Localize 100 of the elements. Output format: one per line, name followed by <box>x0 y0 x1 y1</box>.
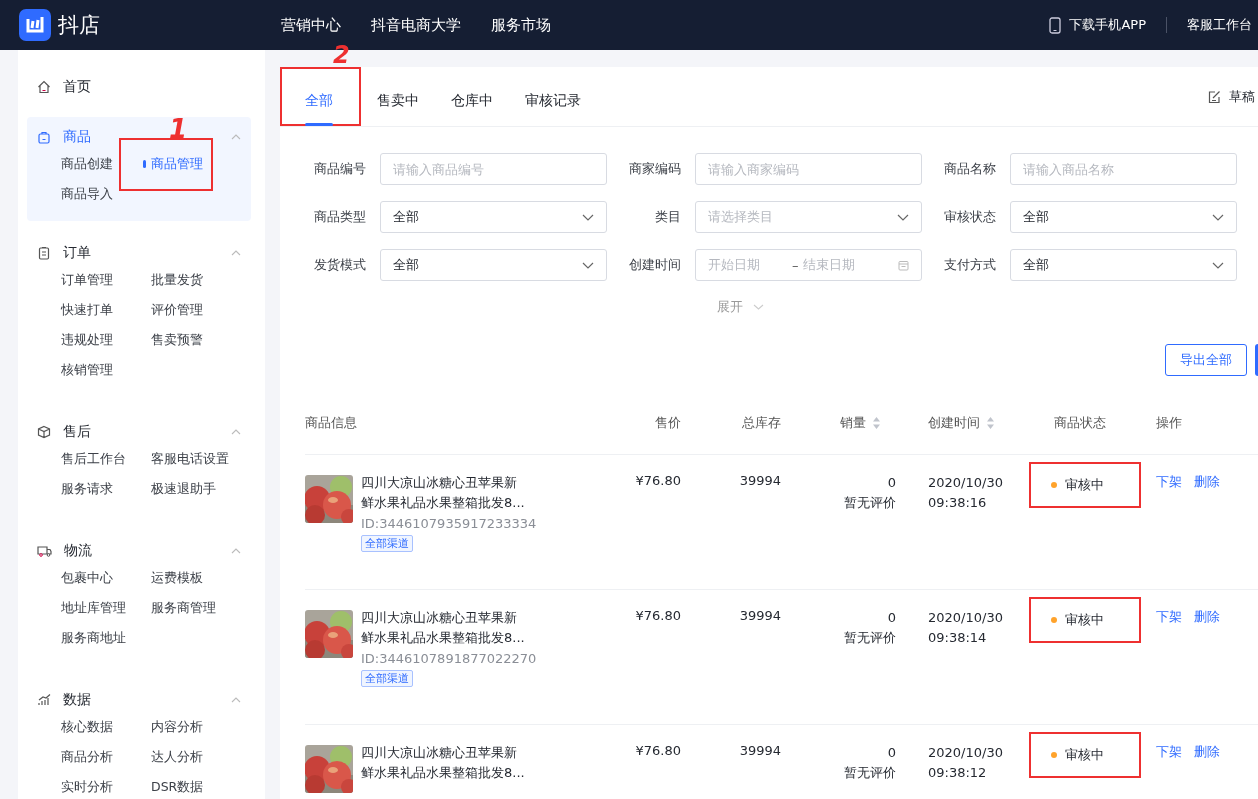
collapse-caret-icon[interactable] <box>231 134 241 140</box>
dropdown-caret-icon <box>582 261 594 269</box>
filter-label: 发货模式 <box>313 256 366 274</box>
sidebar-item[interactable]: 包裹中心 <box>61 569 113 587</box>
drafts-link[interactable]: 草稿 <box>1229 87 1255 106</box>
sidebar-item[interactable]: 快速打单 <box>61 301 113 319</box>
action-link[interactable]: 下架 <box>1156 743 1182 761</box>
nav-link[interactable]: 营销中心 <box>281 15 341 35</box>
sidebar-item[interactable]: 违规处理 <box>61 331 113 349</box>
tab[interactable]: 全部 <box>280 67 361 126</box>
sidebar-item[interactable]: 首页 <box>63 78 91 96</box>
export-all-button[interactable]: 导出全部 <box>1165 344 1247 376</box>
dropdown-caret-icon <box>582 213 594 221</box>
stock-text: 39994 <box>739 473 781 488</box>
filter-label: 商品名称 <box>943 160 996 178</box>
service-desk-link[interactable]: 客服工作台 <box>1187 16 1252 34</box>
select-field[interactable]: 全部 <box>1010 201 1237 233</box>
select-field[interactable]: 全部 <box>380 201 607 233</box>
sidebar-item[interactable]: 极速退助手 <box>151 480 216 498</box>
truck-icon <box>37 544 52 558</box>
sidebar-item[interactable]: 内容分析 <box>151 718 203 736</box>
sidebar-item[interactable]: 售卖预警 <box>151 331 203 349</box>
filter-label: 审核状态 <box>943 208 996 226</box>
column-header[interactable]: 销量 <box>781 414 881 432</box>
sidebar-item[interactable]: 订单管理 <box>61 271 113 289</box>
product-title[interactable]: 四川大凉山冰糖心丑苹果新鲜水果礼品水果整箱批发8... <box>361 473 529 513</box>
chart-icon <box>37 693 51 707</box>
sidebar-item[interactable]: 达人分析 <box>151 748 203 766</box>
sales-text: 0 <box>887 744 896 762</box>
status-text: 审核中 <box>1065 476 1104 494</box>
sidebar-item[interactable]: 批量发货 <box>151 271 203 289</box>
time-text: 09:38:14 <box>928 629 987 647</box>
nav-link[interactable]: 抖音电商大学 <box>371 15 461 35</box>
product-title[interactable]: 四川大凉山冰糖心丑苹果新鲜水果礼品水果整箱批发8... <box>361 743 529 783</box>
rating-text: 暂无评价 <box>844 629 896 647</box>
menu-group-title[interactable]: 物流 <box>64 542 92 560</box>
sidebar-item[interactable]: 运费模板 <box>151 569 203 587</box>
sidebar-item[interactable]: 实时分析 <box>61 778 113 796</box>
status-text: 审核中 <box>1065 611 1104 629</box>
input-field[interactable]: 请输入商家编码 <box>695 153 922 185</box>
action-link[interactable]: 下架 <box>1156 608 1182 626</box>
sidebar-item[interactable]: 商品导入 <box>61 185 113 203</box>
column-header: 商品信息 <box>305 414 358 432</box>
tab[interactable]: 审核记录 <box>509 67 597 126</box>
edit-icon <box>1208 89 1222 104</box>
filter-label: 支付方式 <box>943 256 996 274</box>
product-title[interactable]: 四川大凉山冰糖心丑苹果新鲜水果礼品水果整箱批发8... <box>361 608 529 648</box>
menu-group-title[interactable]: 数据 <box>63 691 91 709</box>
sidebar-item[interactable]: 售后工作台 <box>61 450 126 468</box>
tab[interactable]: 仓库中 <box>435 67 509 126</box>
sidebar-item[interactable]: 服务请求 <box>61 480 113 498</box>
tab[interactable]: 售卖中 <box>361 67 435 126</box>
phone-icon <box>1049 16 1062 34</box>
nav-link[interactable]: 服务市场 <box>491 15 551 35</box>
download-app-link[interactable]: 下载手机APP <box>1069 16 1146 34</box>
column-header: 操作 <box>1155 414 1183 432</box>
sort-icon[interactable] <box>986 416 995 430</box>
sidebar-item[interactable]: 服务商地址 <box>61 629 126 647</box>
column-header: 售价 <box>654 414 681 432</box>
collapse-caret-icon[interactable] <box>231 250 241 256</box>
sort-icon[interactable] <box>872 416 881 430</box>
time-text: 09:38:12 <box>928 764 987 782</box>
action-link[interactable]: 下架 <box>1156 473 1182 491</box>
sidebar-item[interactable]: 核心数据 <box>61 718 113 736</box>
filter-label: 创建时间 <box>628 256 681 274</box>
input-field[interactable]: 请输入商品名称 <box>1010 153 1237 185</box>
status-text: 审核中 <box>1065 746 1104 764</box>
menu-group-title[interactable]: 订单 <box>63 244 91 262</box>
time-text: 09:38:16 <box>928 494 987 512</box>
channel-tag: 全部渠道 <box>361 535 413 552</box>
sidebar-item[interactable]: 服务商管理 <box>151 599 216 617</box>
action-link[interactable]: 删除 <box>1194 608 1220 626</box>
column-header[interactable]: 创建时间 <box>881 414 1029 432</box>
action-link[interactable]: 删除 <box>1194 473 1220 491</box>
status-dot <box>1051 752 1057 758</box>
sidebar-item[interactable]: 商品创建 <box>61 155 113 173</box>
sidebar-item[interactable]: 地址库管理 <box>61 599 126 617</box>
sidebar-item[interactable]: 核销管理 <box>61 361 113 379</box>
sidebar-item[interactable]: 客服电话设置 <box>151 450 229 468</box>
chevron-down-icon <box>752 304 764 310</box>
dropdown-caret-icon <box>897 213 909 221</box>
sidebar-item[interactable]: 商品分析 <box>61 748 113 766</box>
column-header: 商品状态 <box>1053 414 1107 432</box>
select-field[interactable]: 全部 <box>1010 249 1237 281</box>
action-link[interactable]: 删除 <box>1194 743 1220 761</box>
collapse-caret-icon[interactable] <box>231 548 241 554</box>
sidebar-item[interactable]: 评价管理 <box>151 301 203 319</box>
product-id: ID:3446107891877022270 <box>361 650 538 668</box>
collapse-caret-icon[interactable] <box>231 429 241 435</box>
select-field[interactable]: 全部 <box>380 249 607 281</box>
menu-group-title[interactable]: 商品 <box>63 128 91 146</box>
logo-icon <box>19 9 51 41</box>
filter-label: 类目 <box>654 208 681 226</box>
date-range-field[interactable]: 开始日期 – 结束日期 <box>695 249 922 281</box>
sidebar-item[interactable]: DSR数据 <box>151 778 204 796</box>
input-field[interactable]: 请输入商品编号 <box>380 153 607 185</box>
menu-group-title[interactable]: 售后 <box>63 423 91 441</box>
channel-tag: 全部渠道 <box>361 670 413 687</box>
collapse-caret-icon[interactable] <box>231 697 241 703</box>
calendar-icon <box>898 259 909 271</box>
